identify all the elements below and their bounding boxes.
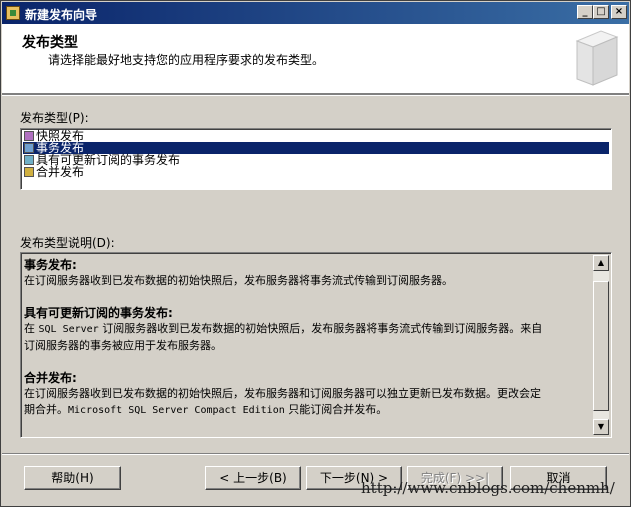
description-text: 事务发布: 在订阅服务器收到已发布数据的初始快照后，发布服务器将事务流式传输到订… <box>24 257 592 435</box>
page-title: 发布类型 <box>22 35 78 51</box>
help-button[interactable]: 帮助(H) <box>24 466 121 490</box>
desc-text-merge-line2: 期合并。Microsoft SQL Server Compact Edition… <box>24 403 388 416</box>
desc-text-updatable-line1: 在 SQL Server 订阅服务器收到已发布数据的初始快照后，发布服务器将事务… <box>24 322 543 335</box>
description-scrollbar[interactable]: ▲ ▼ <box>593 255 609 435</box>
list-item-updatable-transactional[interactable]: 具有可更新订阅的事务发布 <box>23 154 609 166</box>
merge-publication-icon <box>24 167 34 177</box>
maximize-button[interactable]: □ <box>593 5 609 19</box>
desc-text-transactional: 在订阅服务器收到已发布数据的初始快照后，发布服务器将事务流式传输到订阅服务器。 <box>24 274 453 287</box>
close-button[interactable]: × <box>611 5 627 19</box>
window-title: 新建发布向导 <box>25 8 98 22</box>
minimize-button[interactable]: _ <box>577 5 593 19</box>
list-item-merge[interactable]: 合并发布 <box>23 166 609 178</box>
desc-text-updatable-line2: 订阅服务器的事务被应用于发布服务器。 <box>24 339 222 352</box>
blog-watermark: http://www.cnblogs.com/chenmh/ <box>361 479 615 497</box>
desc-heading-transactional: 事务发布: <box>24 258 77 272</box>
scroll-up-icon[interactable]: ▲ <box>593 255 609 271</box>
wizard-window: 新建发布向导 _ □ × 发布类型 请选择能最好地支持您的应用程序要求的发布类型… <box>0 0 631 507</box>
wizard-header: 发布类型 请选择能最好地支持您的应用程序要求的发布类型。 <box>2 24 629 94</box>
scroll-thumb[interactable] <box>593 281 609 411</box>
updatable-transactional-publication-icon <box>24 155 34 165</box>
snapshot-publication-icon <box>24 131 34 141</box>
app-icon <box>6 6 20 20</box>
description-label: 发布类型说明(D): <box>20 236 115 250</box>
publication-type-list[interactable]: 快照发布 事务发布 具有可更新订阅的事务发布 合并发布 <box>20 128 612 190</box>
description-box[interactable]: 事务发布: 在订阅服务器收到已发布数据的初始快照后，发布服务器将事务流式传输到订… <box>20 252 612 438</box>
list-item-snapshot[interactable]: 快照发布 <box>23 130 609 142</box>
footer-divider <box>2 453 629 455</box>
desc-text-merge-line1: 在订阅服务器收到已发布数据的初始快照后，发布服务器和订阅服务器可以独立更新已发布… <box>24 387 541 400</box>
wizard-banner-icon <box>575 30 619 86</box>
header-divider <box>2 94 629 96</box>
scroll-down-icon[interactable]: ▼ <box>593 419 609 435</box>
transactional-publication-icon <box>24 143 34 153</box>
desc-heading-merge: 合并发布: <box>24 371 77 385</box>
back-button[interactable]: < 上一步(B) <box>205 466 301 490</box>
title-bar[interactable]: 新建发布向导 _ □ × <box>2 2 629 24</box>
publication-type-label: 发布类型(P): <box>20 111 89 125</box>
page-subtitle: 请选择能最好地支持您的应用程序要求的发布类型。 <box>48 53 325 67</box>
desc-heading-updatable: 具有可更新订阅的事务发布: <box>24 306 173 320</box>
